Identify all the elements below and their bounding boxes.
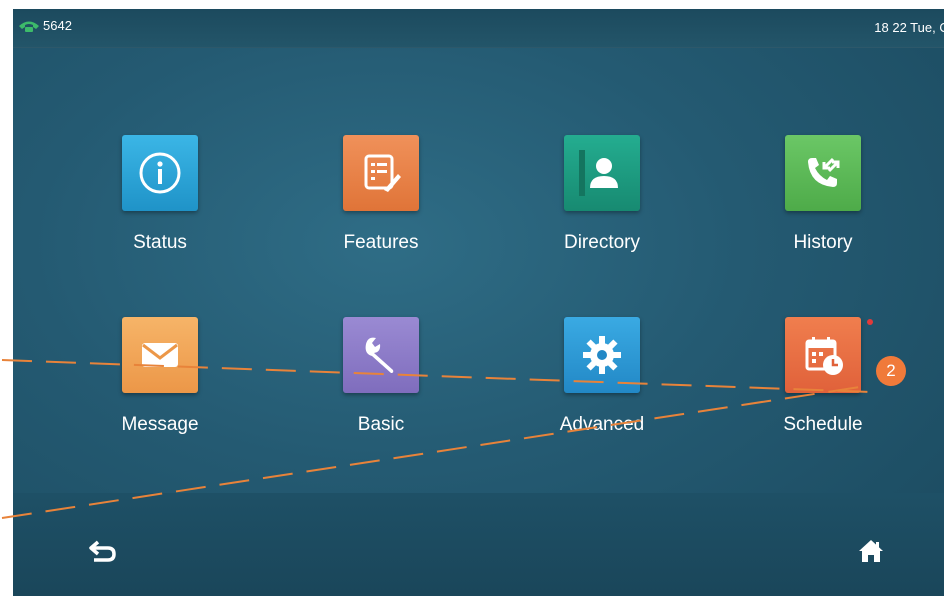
back-icon <box>89 540 116 562</box>
call-history-icon <box>785 135 861 211</box>
menu-item-label: Schedule <box>783 414 863 435</box>
menu-item-history[interactable]: History <box>733 135 913 275</box>
date-time: 18 22 Tue, Oct 2: <box>874 20 944 35</box>
gear-icon <box>564 317 640 393</box>
info-icon <box>122 135 198 211</box>
features-icon <box>343 135 419 211</box>
notification-dot <box>867 319 873 325</box>
annotation-callout-badge: 2 <box>876 356 906 386</box>
bottom-nav-bar <box>13 493 944 596</box>
menu-item-label: Advanced <box>559 414 645 435</box>
menu-item-schedule[interactable]: Schedule <box>733 317 913 457</box>
menu-item-directory[interactable]: Directory <box>512 135 692 275</box>
contact-icon <box>564 135 640 211</box>
menu-item-features[interactable]: Features <box>291 135 471 275</box>
menu-item-label: Status <box>133 232 187 253</box>
back-button[interactable] <box>83 531 123 571</box>
menu-item-label: History <box>793 232 853 253</box>
menu-item-status[interactable]: Status <box>70 135 250 275</box>
home-icon <box>859 540 883 562</box>
menu-item-label: Basic <box>357 414 405 435</box>
calendar-clock-icon <box>785 317 861 393</box>
phone-icon <box>19 21 39 32</box>
status-bar: 5642 18 22 Tue, Oct 2: <box>13 9 944 48</box>
menu-item-basic[interactable]: Basic <box>291 317 471 457</box>
menu-item-label: Directory <box>563 232 640 253</box>
menu-item-message[interactable]: Message <box>70 317 250 457</box>
envelope-icon <box>122 317 198 393</box>
wrench-icon <box>343 317 419 393</box>
menu-item-label: Message <box>121 414 199 435</box>
menu-item-advanced[interactable]: Advanced <box>512 317 692 457</box>
line-number: 5642 <box>43 18 72 33</box>
line-status[interactable]: 5642 <box>18 18 72 33</box>
callout-number: 2 <box>886 361 896 380</box>
phone-screen: 5642 18 22 Tue, Oct 2: Status Features <box>13 9 944 596</box>
menu-item-label: Features <box>343 232 419 253</box>
home-button[interactable] <box>851 531 891 571</box>
